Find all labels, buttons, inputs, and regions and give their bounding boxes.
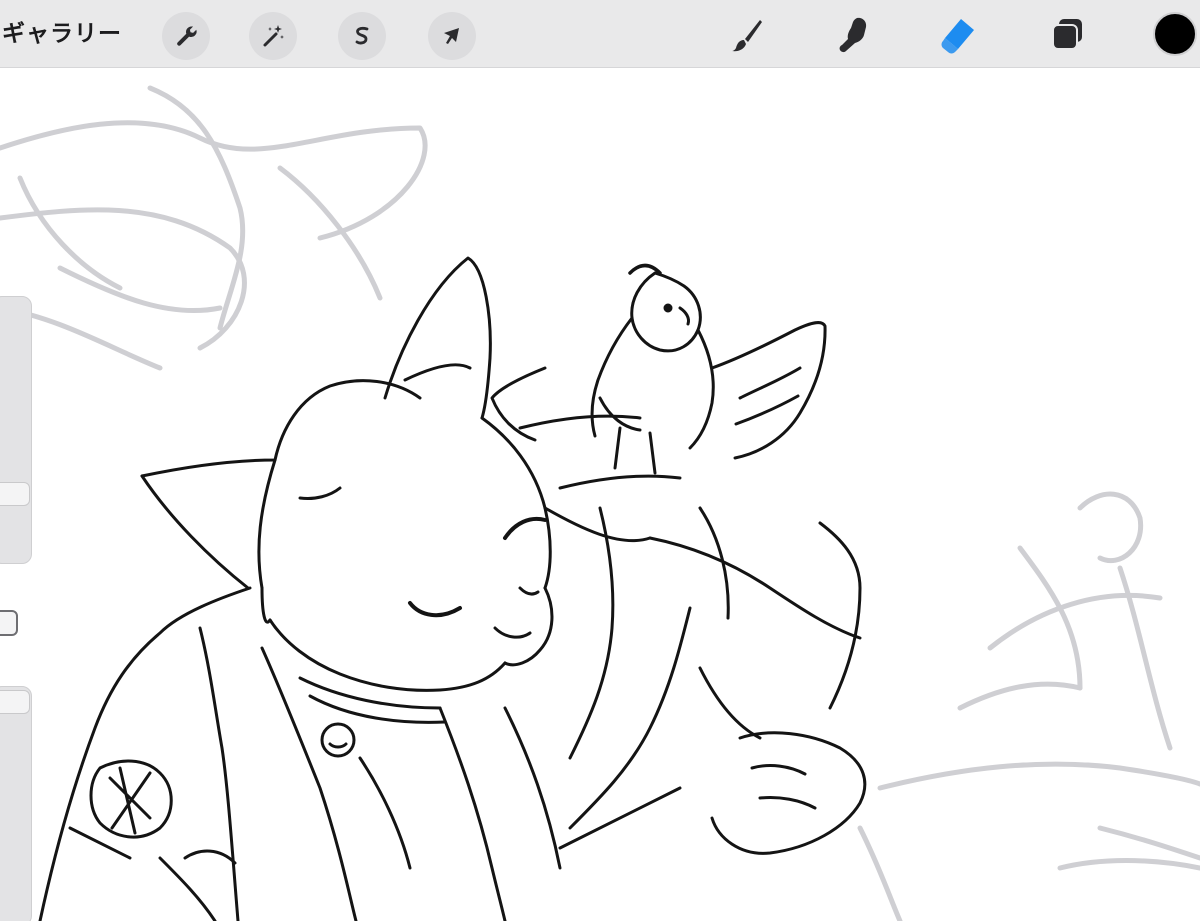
- layers-icon: [1052, 19, 1082, 50]
- opacity-thumb[interactable]: [0, 690, 30, 714]
- gallery-button[interactable]: ギャラリー: [2, 17, 122, 51]
- eraser-tool-button[interactable]: [933, 12, 983, 58]
- smudge-finger-icon: [839, 17, 867, 53]
- smudge-tool-button[interactable]: [828, 12, 878, 58]
- color-swatch[interactable]: [1153, 12, 1197, 56]
- drawing-canvas[interactable]: [0, 68, 1200, 921]
- layers-button[interactable]: [1043, 12, 1093, 58]
- brush-size-thumb[interactable]: [0, 482, 30, 506]
- top-toolbar: ギャラリー: [0, 0, 1200, 68]
- brush-size-slider[interactable]: [0, 296, 32, 564]
- selection-s-icon: [355, 26, 369, 45]
- procreate-app: ギャラリー: [0, 0, 1200, 921]
- adjustments-button[interactable]: [249, 12, 297, 60]
- opacity-slider[interactable]: [0, 686, 32, 921]
- wrench-icon: [177, 26, 197, 46]
- arrow-cursor-icon: [444, 28, 459, 44]
- transform-button[interactable]: [428, 12, 476, 60]
- magic-wand-icon: [263, 25, 284, 47]
- brush-tool-button[interactable]: [722, 12, 772, 58]
- sketch-artwork: [0, 85, 1200, 921]
- eraser-icon: [941, 19, 974, 54]
- line-art-layer: [38, 256, 867, 921]
- brush-icon: [732, 20, 762, 52]
- selection-button[interactable]: [338, 12, 386, 60]
- modify-button[interactable]: [0, 610, 18, 636]
- actions-button[interactable]: [162, 12, 210, 60]
